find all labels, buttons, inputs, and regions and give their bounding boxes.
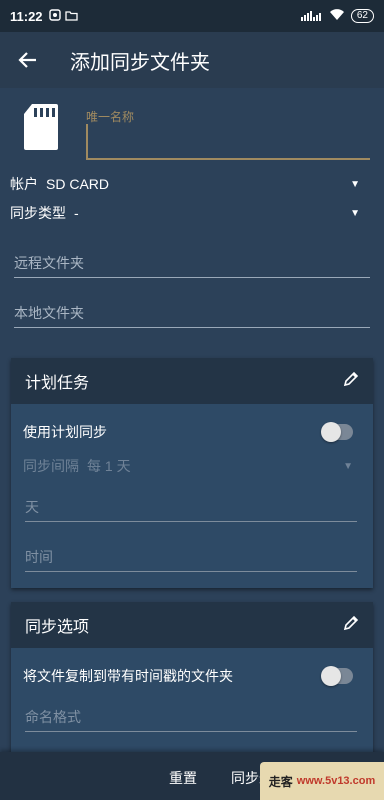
reset-button[interactable]: 重置 — [169, 768, 197, 788]
wifi-icon — [329, 8, 345, 24]
status-time: 11:22 — [10, 8, 43, 24]
battery-badge: 62 — [350, 9, 374, 23]
notification-icon — [48, 8, 61, 24]
dropdown-caret-icon: ▼ — [350, 178, 360, 190]
timestamp-folder-toggle[interactable] — [321, 666, 353, 686]
account-label: 帐户 — [10, 176, 38, 192]
days-input[interactable]: 天 — [25, 494, 357, 522]
status-bar: 11:22 62 — [0, 0, 384, 32]
edit-pencil-icon[interactable] — [343, 371, 359, 392]
sync-interval-label: 同步间隔 — [23, 458, 79, 474]
dropdown-caret-icon: ▼ — [350, 207, 360, 219]
account-value: SD CARD — [46, 176, 110, 192]
schedule-card: 计划任务 使用计划同步 同步间隔 每 1 天 ▼ 天 时间 — [11, 358, 373, 588]
app-bar: 添加同步文件夹 — [0, 32, 384, 88]
sync-type-value: - — [74, 205, 79, 221]
arrow-left-icon — [18, 52, 36, 68]
watermark-site: www.5v13.com — [296, 775, 376, 787]
timestamp-folder-label: 将文件复制到带有时间戳的文件夹 — [23, 668, 233, 684]
timestamp-folder-row[interactable]: 将文件复制到带有时间戳的文件夹 — [23, 666, 353, 686]
use-schedule-row[interactable]: 使用计划同步 — [23, 422, 353, 442]
use-schedule-toggle[interactable] — [321, 422, 353, 442]
back-button[interactable] — [0, 32, 56, 88]
time-input[interactable]: 时间 — [25, 544, 357, 572]
edit-pencil-icon[interactable] — [343, 615, 359, 636]
sd-card-icon — [24, 104, 58, 155]
name-field-hint: 唯一名称 — [86, 110, 135, 124]
account-select[interactable]: 帐户 SD CARD ▼ — [10, 172, 360, 196]
watermark-text: 走客 — [268, 774, 293, 789]
dropdown-caret-icon: ▼ — [343, 460, 353, 472]
site-watermark-logo: 走客 www.5v13.com — [260, 762, 384, 800]
sync-type-label: 同步类型 — [10, 205, 66, 221]
local-folder-input[interactable]: 本地文件夹 — [14, 298, 370, 328]
sync-options-card-header: 同步选项 — [11, 602, 373, 648]
schedule-card-title: 计划任务 — [25, 375, 90, 392]
schedule-card-header: 计划任务 — [11, 358, 373, 404]
naming-format-input[interactable]: 命名格式 — [25, 704, 357, 732]
sync-type-select[interactable]: 同步类型 - ▼ — [10, 201, 360, 225]
remote-folder-input[interactable]: 远程文件夹 — [14, 248, 370, 278]
use-schedule-label: 使用计划同步 — [23, 424, 107, 440]
sync-interval-select[interactable]: 同步间隔 每 1 天 ▼ — [23, 456, 353, 476]
signal-icon — [300, 9, 323, 24]
sync-interval-value: 每 1 天 — [87, 458, 131, 474]
unique-name-input[interactable] — [86, 124, 370, 160]
sync-options-card-title: 同步选项 — [25, 619, 90, 636]
sync-options-card: 同步选项 将文件复制到带有时间戳的文件夹 命名格式 — [11, 602, 373, 752]
page-title: 添加同步文件夹 — [70, 51, 210, 74]
folder-status-icon — [64, 9, 78, 24]
